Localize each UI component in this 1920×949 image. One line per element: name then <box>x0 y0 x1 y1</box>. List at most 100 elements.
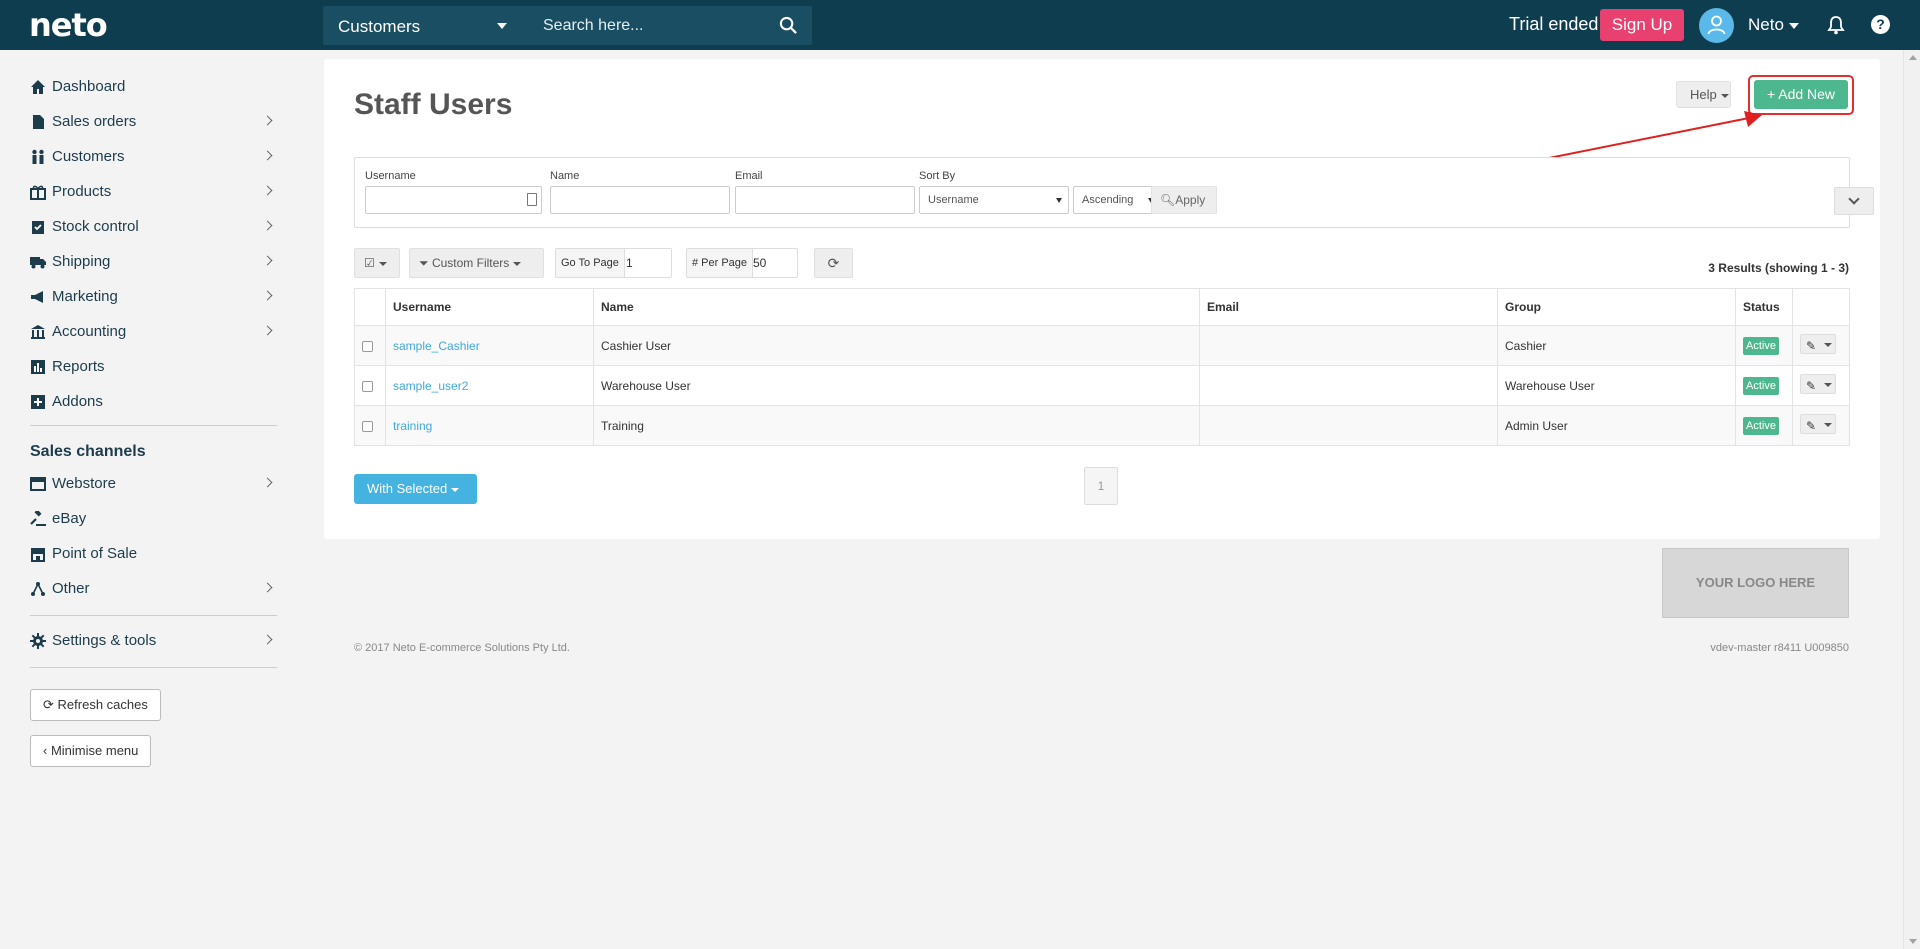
sort-by-value: Username <box>928 194 979 206</box>
scroll-down-icon[interactable] <box>1909 939 1917 944</box>
email-filter-input[interactable] <box>735 186 915 214</box>
help-label: Help <box>1690 87 1717 102</box>
pagination-page[interactable]: 1 <box>1084 467 1118 505</box>
search-icon[interactable] <box>779 16 798 35</box>
contact-card-icon <box>527 193 537 206</box>
top-bar: neto Customers Trial ended. Sign Up Neto… <box>0 0 1920 50</box>
custom-filters-dropdown[interactable]: ⏷ Custom Filters <box>409 248 544 278</box>
table-row: sample_Cashier Cashier User Cashier Acti… <box>354 325 1850 366</box>
per-page-value[interactable]: 50 <box>753 249 766 277</box>
sidebar-item-stock-control[interactable]: Stock control <box>30 215 277 241</box>
truck-icon <box>30 257 46 269</box>
sidebar-item-reports[interactable]: Reports <box>30 355 277 381</box>
sort-by-label: Sort By <box>919 170 956 182</box>
row-actions-dropdown[interactable]: ✎ <box>1800 334 1836 354</box>
select-column-header <box>354 288 386 326</box>
go-to-page-field[interactable]: Go To Page 1 <box>555 248 672 278</box>
row-checkbox[interactable] <box>362 340 373 352</box>
sidebar-item-point-of-sale[interactable]: Point of Sale <box>30 542 277 568</box>
status-badge: Active <box>1743 416 1779 435</box>
chevron-down-icon <box>1056 198 1062 203</box>
sidebar-item-customers[interactable]: Customers <box>30 145 277 171</box>
sidebar-item-label: Sales orders <box>52 113 137 130</box>
refresh-caches-button[interactable]: ⟳ Refresh caches <box>30 689 161 721</box>
group-cell: Cashier <box>1497 325 1736 366</box>
row-actions-dropdown[interactable]: ✎ <box>1800 414 1836 434</box>
sidebar-item-label: Other <box>52 580 90 597</box>
column-header-group[interactable]: Group <box>1497 288 1736 326</box>
go-to-page-value[interactable]: 1 <box>626 249 633 277</box>
sidebar-item-dashboard[interactable]: Dashboard <box>30 75 277 101</box>
sidebar-item-accounting[interactable]: Accounting <box>30 320 277 346</box>
sign-up-button[interactable]: Sign Up <box>1600 9 1684 41</box>
sidebar-item-other[interactable]: Other <box>30 577 277 603</box>
search-icon: 🔍︎ <box>1160 193 1176 207</box>
megaphone-icon <box>31 291 43 303</box>
chevron-down-icon <box>1824 343 1832 347</box>
sidebar-item-label: Webstore <box>52 475 116 492</box>
refresh-list-button[interactable]: ⟳ <box>814 248 853 278</box>
chevron-down-icon <box>1720 93 1729 98</box>
row-checkbox[interactable] <box>362 380 373 392</box>
copyright-text: © 2017 Neto E-commerce Solutions Pty Ltd… <box>354 642 570 654</box>
chevron-down-icon <box>1788 22 1799 29</box>
per-page-field[interactable]: # Per Page 50 <box>686 248 798 278</box>
username-filter-input[interactable] <box>365 186 542 214</box>
search-scope-dropdown[interactable]: Customers <box>323 6 523 45</box>
help-icon[interactable]: ? <box>1871 15 1890 34</box>
home-icon <box>31 80 45 94</box>
help-dropdown-button[interactable]: Help <box>1676 81 1731 108</box>
chevron-down-icon <box>378 261 387 266</box>
plus-square-icon <box>31 395 45 409</box>
sidebar-item-ebay[interactable]: eBay <box>30 507 277 533</box>
chevron-right-icon <box>262 220 273 231</box>
document-icon <box>33 115 44 129</box>
chevron-right-icon <box>262 325 273 336</box>
chevron-right-icon <box>262 115 273 126</box>
with-selected-dropdown[interactable]: With Selected <box>354 474 477 504</box>
sort-order-select[interactable]: Ascending <box>1073 186 1161 214</box>
column-header-name[interactable]: Name <box>593 288 1200 326</box>
bulk-select-dropdown[interactable]: ☑ <box>354 248 400 278</box>
bell-icon[interactable] <box>1827 15 1845 35</box>
column-header-username[interactable]: Username <box>385 288 594 326</box>
name-cell: Cashier User <box>593 325 1200 366</box>
sidebar-item-webstore[interactable]: Webstore <box>30 472 277 498</box>
username-filter-label: Username <box>365 170 416 182</box>
username-link[interactable]: training <box>393 419 432 433</box>
sidebar-item-products[interactable]: Products <box>30 180 277 206</box>
name-filter-input[interactable] <box>550 186 730 214</box>
sidebar-item-settings[interactable]: Settings & tools <box>30 629 277 655</box>
sort-by-select[interactable]: Username <box>919 186 1069 214</box>
edit-icon: ✎ <box>1806 419 1817 433</box>
sidebar-item-addons[interactable]: Addons <box>30 390 277 416</box>
column-header-status[interactable]: Status <box>1735 288 1793 326</box>
username-link[interactable]: sample_Cashier <box>393 339 480 353</box>
search-input[interactable] <box>523 6 773 45</box>
scroll-up-icon[interactable] <box>1909 55 1917 60</box>
sidebar-item-sales-orders[interactable]: Sales orders <box>30 110 277 136</box>
sidebar-item-marketing[interactable]: Marketing <box>30 285 277 311</box>
neto-logo[interactable]: neto <box>29 6 108 44</box>
row-actions-dropdown[interactable]: ✎ <box>1800 374 1836 394</box>
page-scrollbar[interactable] <box>1903 50 1920 949</box>
row-checkbox[interactable] <box>362 420 373 432</box>
gear-icon <box>30 633 46 649</box>
sort-order-value: Ascending <box>1082 194 1134 206</box>
user-menu[interactable]: Neto <box>1748 15 1799 35</box>
add-new-button[interactable]: + Add New <box>1754 80 1848 109</box>
apply-filter-button[interactable]: 🔍︎Apply <box>1151 186 1217 214</box>
bank-icon <box>31 325 45 339</box>
sidebar-item-shipping[interactable]: Shipping <box>30 250 277 276</box>
chevron-down-icon <box>1824 423 1832 427</box>
username-link[interactable]: sample_user2 <box>393 379 468 393</box>
minimise-menu-button[interactable]: ‹ Minimise menu <box>30 735 152 767</box>
clipboard-check-icon <box>32 221 44 234</box>
column-header-email[interactable]: Email <box>1199 288 1498 326</box>
status-badge: Active <box>1743 376 1779 395</box>
avatar[interactable] <box>1699 8 1734 43</box>
expand-filters-button[interactable] <box>1834 187 1874 215</box>
sidebar-item-label: Products <box>52 183 112 200</box>
sidebar-divider <box>30 425 277 426</box>
sidebar-item-label: Customers <box>52 148 125 165</box>
